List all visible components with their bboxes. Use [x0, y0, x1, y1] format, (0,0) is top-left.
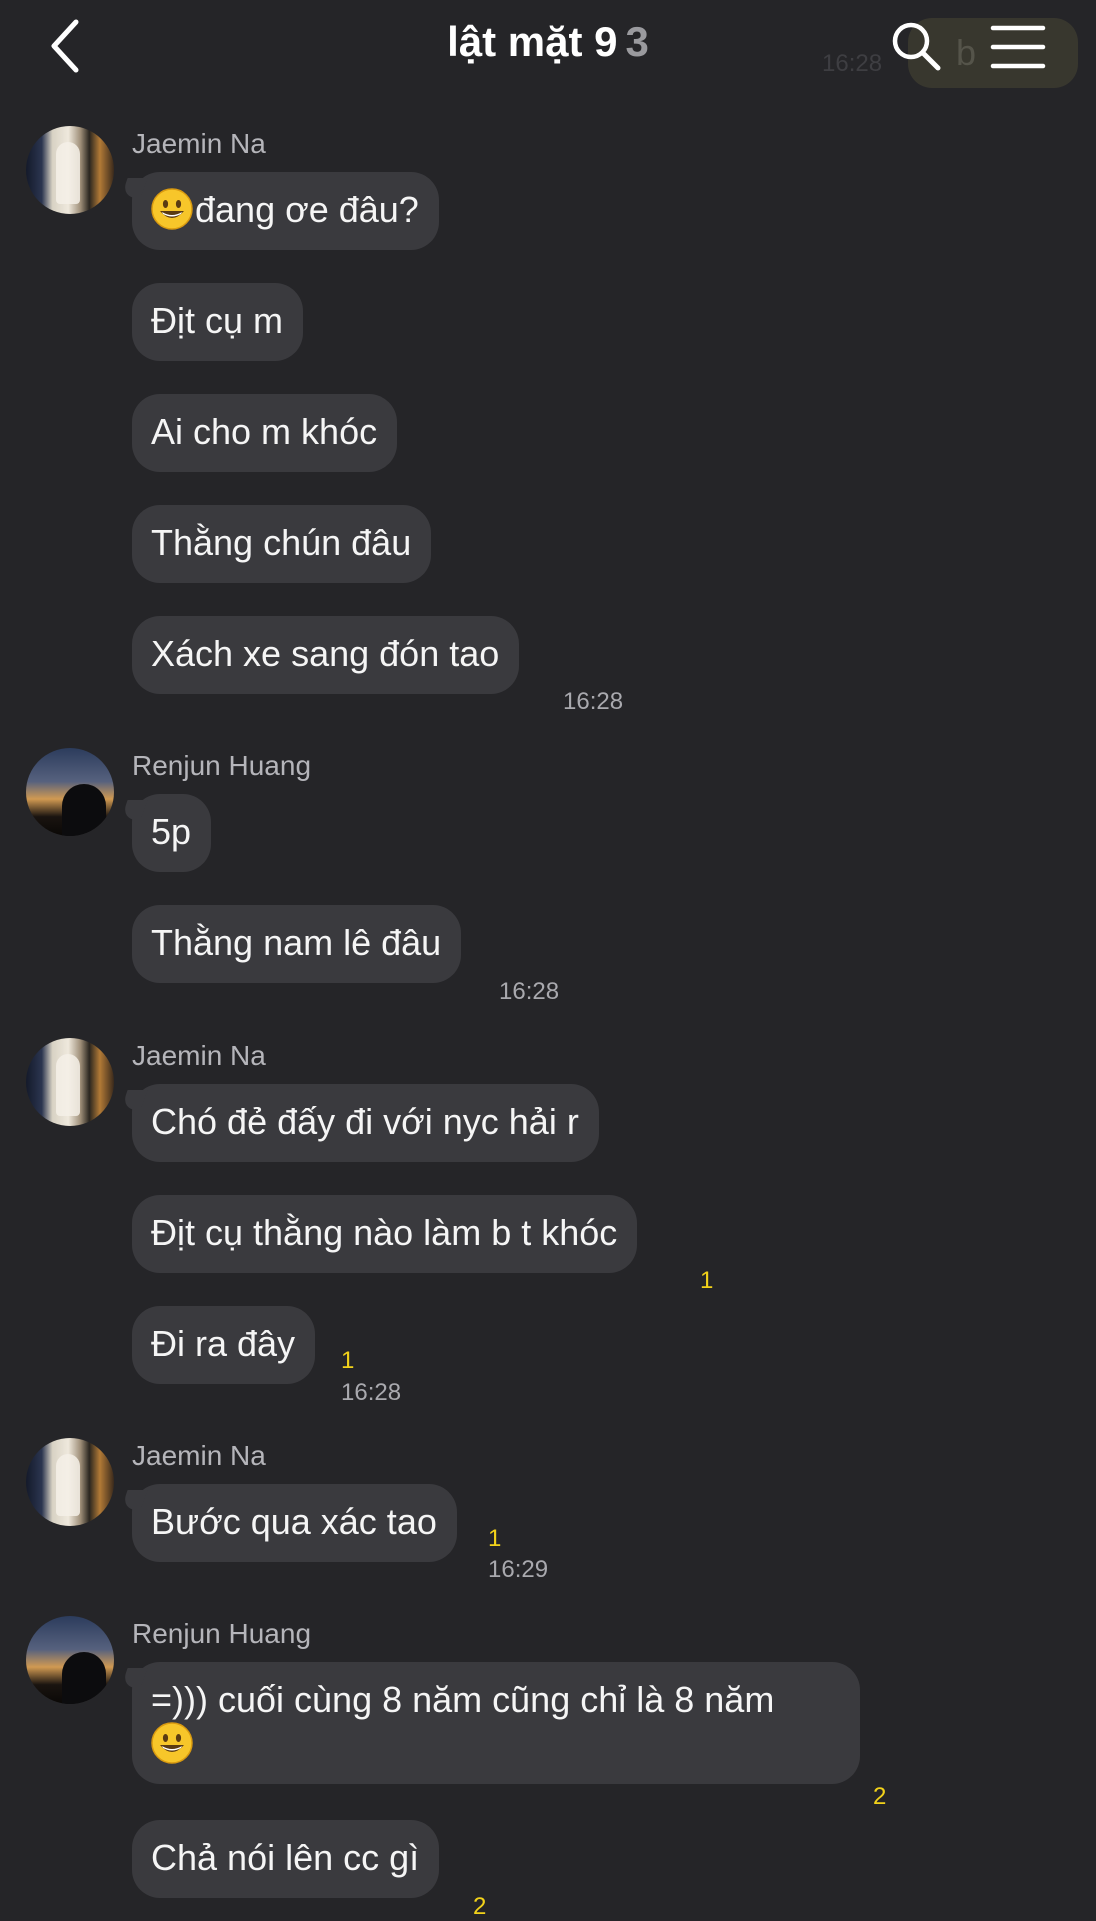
unread-count: 2 [873, 1783, 887, 1810]
message-bubble[interactable]: Ai cho m khóc [132, 394, 398, 472]
sender-name: Renjun Huang [132, 750, 312, 781]
unread-count: 1 [488, 1525, 502, 1552]
avatar-renjun-huang[interactable] [26, 1616, 114, 1704]
avatar-jaemin-na[interactable] [26, 126, 114, 214]
message-bubble[interactable]: đang ơe đâu? [132, 172, 439, 250]
message-timestamp: 16:28 [341, 1379, 402, 1406]
chat-header: 16:28 b lật mặt 93 [0, 0, 1096, 96]
unread-count: 1 [341, 1347, 355, 1374]
menu-icon[interactable] [990, 22, 1046, 72]
unread-count: 2 [473, 1893, 487, 1920]
message-timestamp: 16:29 [488, 1556, 549, 1583]
member-count: 3 [625, 18, 649, 65]
avatar-jaemin-na[interactable] [26, 1038, 114, 1126]
message-bubble[interactable]: Bước qua xác tao [132, 1484, 457, 1562]
message-bubble[interactable]: Thằng chún đâu [132, 505, 432, 583]
avatar-jaemin-na[interactable] [26, 1438, 114, 1526]
message-bubble[interactable]: Thằng nam lê đâu [132, 905, 462, 983]
message-timestamp: 16:28 [563, 688, 624, 715]
message-bubble[interactable]: Chả nói lên cc gì [132, 1820, 440, 1898]
chat-name: lật mặt 9 [447, 18, 618, 65]
unread-count: 1 [700, 1267, 714, 1294]
sender-name: Jaemin Na [132, 1440, 266, 1471]
message-bubble[interactable]: Xách xe sang đón tao [132, 616, 520, 694]
message-bubble[interactable]: =))) cuối cùng 8 năm cũng chỉ là 8 năm [132, 1662, 860, 1784]
sender-name: Jaemin Na [132, 1040, 266, 1071]
sender-name: Jaemin Na [132, 128, 266, 159]
message-bubble[interactable]: Địt cụ thằng nào làm b t khóc [132, 1195, 638, 1273]
message-timestamp: 16:28 [499, 978, 560, 1005]
message-bubble[interactable]: Đi ra đây [132, 1306, 316, 1384]
message-bubble[interactable]: Chó đẻ đấy đi với nyc hải r [132, 1084, 599, 1162]
message-bubble[interactable]: Địt cụ m [132, 283, 304, 361]
message-bubble[interactable]: 5p [132, 794, 212, 872]
avatar-renjun-huang[interactable] [26, 748, 114, 836]
sender-name: Renjun Huang [132, 1618, 312, 1649]
grinning-face-emoji-icon [151, 1722, 193, 1764]
grinning-face-emoji-icon [151, 188, 193, 230]
search-icon[interactable] [888, 18, 944, 74]
